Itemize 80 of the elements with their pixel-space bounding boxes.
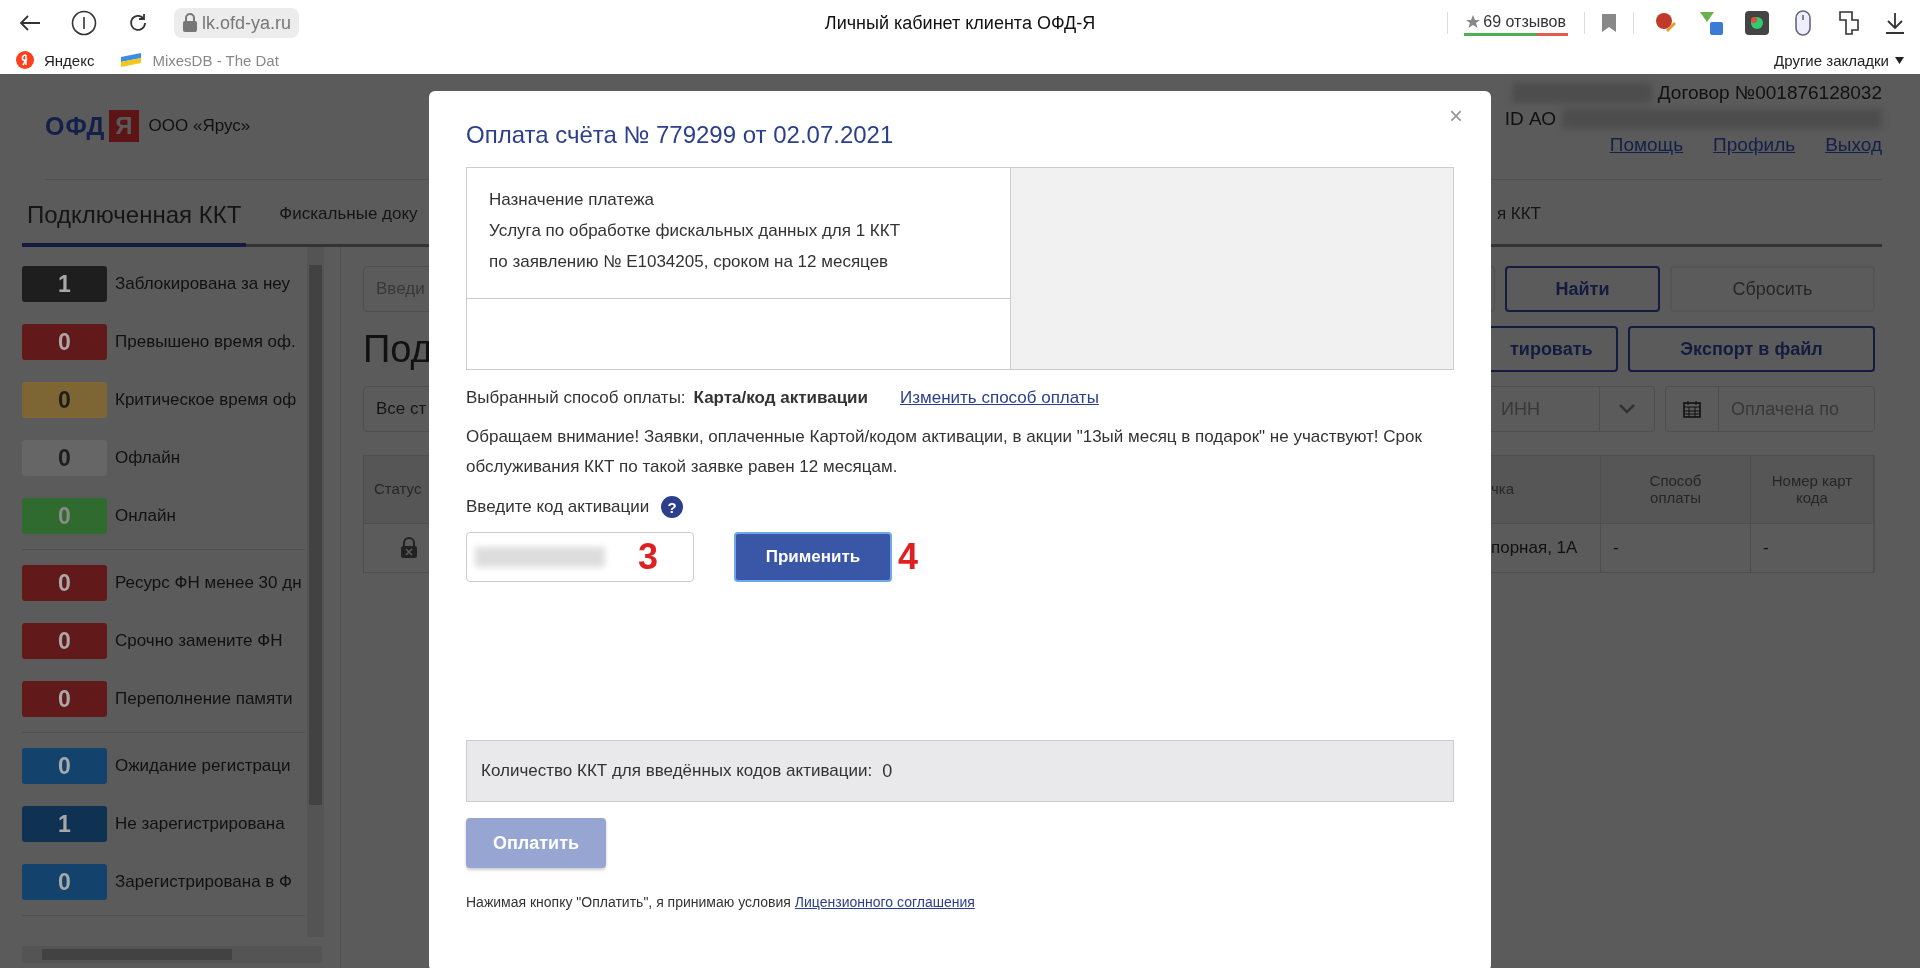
notice-text: Обращаем внимание! Заявки, оплаченные Картой/кодом активации, в акции "13ый месяц в подарок" не участвуют! Срок обслуживания ККТ по такой заявке равен 12 месяцам. [466, 426, 1423, 478]
apply-button[interactable]: Применить [734, 532, 892, 582]
status-count-badge[interactable]: 0 [22, 681, 107, 717]
annotation-number: 4 [898, 539, 919, 575]
calendar-icon [1683, 400, 1701, 418]
back-arrow-icon[interactable] [19, 14, 41, 32]
extension-icon[interactable] [1744, 10, 1770, 36]
status-count-badge[interactable]: 1 [22, 266, 107, 302]
payment-method-label: Выбранный способ оплаты: [466, 388, 686, 408]
status-filter-label[interactable]: Зарегистрирована в Ф [115, 872, 292, 892]
browser-logo-icon[interactable] [71, 10, 97, 36]
header-link[interactable]: Выход [1825, 134, 1882, 156]
status-count-badge[interactable]: 1 [22, 806, 107, 842]
agreement-link[interactable]: Лицензионного соглашения [794, 894, 975, 910]
contract-number: Договор №001876128032 [1657, 82, 1882, 104]
header-link[interactable]: Профиль [1713, 134, 1796, 156]
extension-icon[interactable] [1837, 10, 1861, 36]
status-count-badge[interactable]: 0 [22, 748, 107, 784]
purpose-text: по заявлению № Е1034205, сроком на 12 месяцев [489, 251, 890, 273]
status-count-badge[interactable]: 0 [22, 440, 107, 476]
agreement-text: Нажимая кнопку "Оплатить", я принимаю условия [466, 894, 791, 910]
status-count-badge[interactable]: 0 [22, 623, 107, 659]
bookmark-link[interactable]: Яндекс [44, 51, 95, 69]
logo-mark: Я [109, 110, 139, 142]
close-button[interactable]: × [1443, 101, 1469, 131]
scrollbar[interactable] [307, 247, 324, 937]
id-label: ID АО [1504, 108, 1556, 130]
status-filter-label[interactable]: Не зарегистрирована [115, 814, 285, 834]
page-title: Личный кабинет клиента ОФД-Я [824, 12, 1096, 33]
tab[interactable]: Фискальные доку [274, 204, 423, 247]
reload-icon[interactable] [127, 12, 149, 34]
lock-icon [182, 13, 198, 33]
status-count-badge[interactable]: 0 [22, 382, 107, 418]
table-cell: - [1601, 524, 1751, 572]
status-count-badge[interactable]: 0 [22, 565, 107, 601]
export-button[interactable]: Экспорт в файл [1628, 326, 1875, 372]
help-button[interactable]: ? [661, 496, 684, 518]
caret-icon [1895, 56, 1904, 64]
tab[interactable]: я ККТ [1491, 204, 1546, 247]
bookmark-site-icon [16, 51, 34, 69]
mouse-icon[interactable] [1794, 9, 1812, 37]
status-count-badge[interactable]: 0 [22, 498, 107, 534]
activation-code-field[interactable] [466, 532, 694, 582]
status-count-badge[interactable]: 0 [22, 324, 107, 360]
status-filter-label[interactable]: Онлайн [115, 506, 176, 526]
change-method-link[interactable]: Изменить способ оплаты [900, 388, 1099, 408]
dialog-title: Оплата счёта № 779299 от 02.07.2021 [466, 121, 895, 149]
find-button[interactable]: Найти [1505, 266, 1660, 312]
purpose-text: Услуга по обработке фискальных данных для 1 ККТ [489, 220, 902, 242]
status-filter-label[interactable]: Офлайн [115, 448, 181, 468]
status-filter-label[interactable]: Критическое время оф [115, 390, 297, 410]
bookmark-site-icon [120, 52, 143, 68]
scrollbar[interactable] [22, 946, 322, 963]
reviews-badge[interactable]: 69 отзывов [1464, 10, 1568, 36]
count-label: Количество ККТ для введённых кодов активации: [481, 761, 873, 781]
bookmark-icon[interactable] [1601, 13, 1617, 33]
other-bookmarks[interactable]: Другие закладки [1774, 51, 1889, 69]
count-value: 0 [882, 760, 893, 782]
company-name: ООО «Ярус» [148, 116, 251, 136]
payment-method-value: Карта/код активации [693, 388, 868, 408]
status-count-badge[interactable]: 0 [22, 864, 107, 900]
table-cell: - [1751, 524, 1874, 572]
status-filter-label[interactable]: Ресурс ФН менее 30 дн [115, 573, 302, 593]
purpose-label: Назначение платежа [489, 189, 656, 211]
logo-text: ОФД [45, 111, 106, 141]
extension-icon[interactable] [1698, 10, 1724, 36]
status-filter-label[interactable]: Переполнение памяти [115, 689, 293, 709]
download-icon[interactable] [1884, 11, 1906, 35]
star-icon [1466, 14, 1481, 29]
bookmark-link[interactable]: MixesDB - The Dat [152, 51, 279, 69]
annotation-number: 3 [638, 539, 660, 575]
chevron-down-icon [1619, 404, 1635, 414]
status-filter-label[interactable]: Ожидание регистраци [115, 756, 291, 776]
status-filter-label[interactable]: Заблокирована за неу [115, 274, 291, 294]
tab[interactable]: Подключенная ККТ [22, 201, 247, 247]
status-filter-label[interactable]: Срочно замените ФН [115, 631, 283, 651]
activation-code-label: Введите код активации [466, 497, 650, 517]
page-heading: Под [363, 327, 434, 371]
status-filter-label[interactable]: Превышено время оф. [115, 332, 296, 352]
header-link[interactable]: Помощь [1609, 134, 1684, 156]
